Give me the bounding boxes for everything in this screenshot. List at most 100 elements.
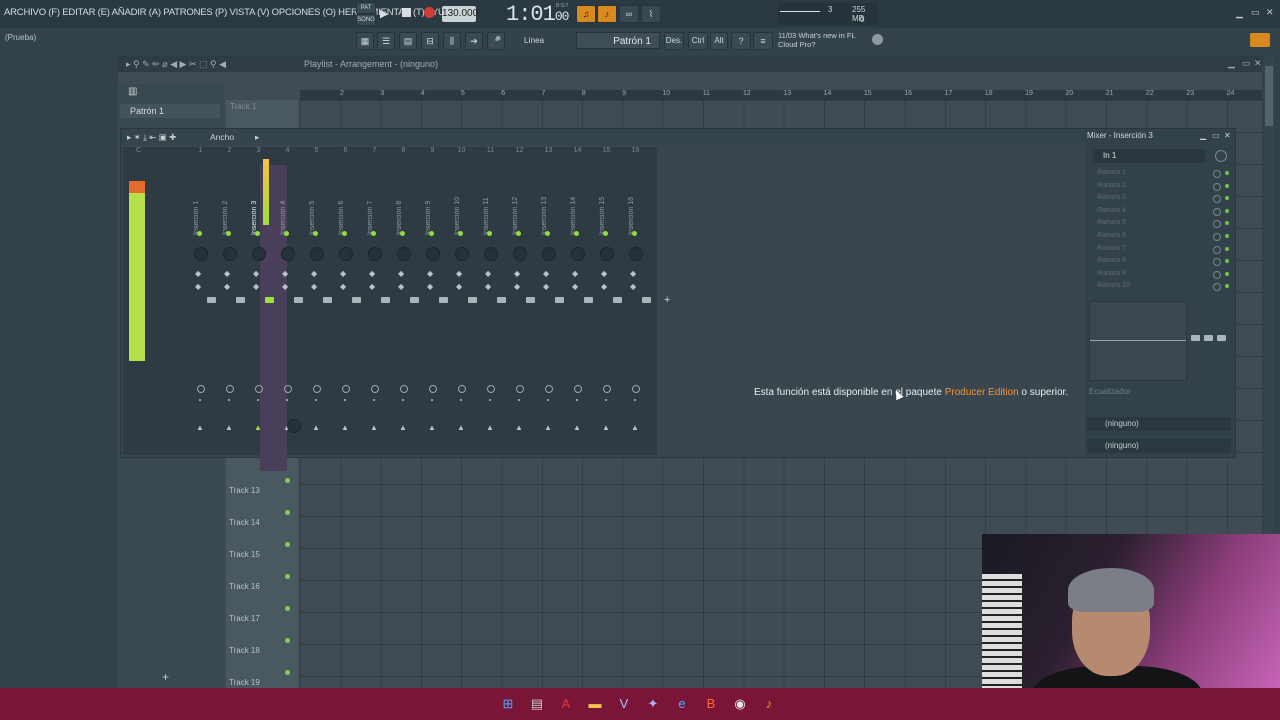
track-label[interactable]: Track 15 — [229, 550, 260, 559]
track-label[interactable]: Track 13 — [229, 486, 260, 495]
slot-mix-knob[interactable] — [1213, 195, 1221, 204]
slot-mix-knob[interactable] — [1213, 283, 1221, 292]
record-arm-icon[interactable] — [373, 399, 375, 401]
slot-mix-knob[interactable] — [1213, 270, 1221, 279]
edge-icon[interactable]: e — [674, 696, 690, 712]
eq-fader-mid[interactable] — [1204, 335, 1213, 341]
mixer-icon[interactable]: ⫼ — [443, 32, 461, 50]
brave-icon[interactable]: B — [703, 696, 719, 712]
stereo-separation-icon[interactable]: ◆ — [253, 269, 259, 278]
effect-slot[interactable]: Ranura 7 — [1097, 245, 1126, 252]
record-arm-icon[interactable] — [576, 399, 578, 401]
record-arm-icon[interactable] — [344, 399, 346, 401]
piano-roll-icon[interactable]: ▤ — [399, 32, 417, 50]
volume-fader[interactable] — [497, 297, 506, 303]
pan-knob[interactable] — [542, 247, 556, 261]
route-ring-icon[interactable] — [313, 385, 321, 393]
route-ring-icon[interactable] — [603, 385, 611, 393]
mixer-strip[interactable]: 13 Inserción 13 ◆ ◆ ▲ — [535, 147, 564, 432]
slot-enable-led[interactable] — [1225, 221, 1229, 226]
pattern-selector[interactable]: Patrón 1 — [576, 32, 660, 49]
news-icon[interactable]: ≡ — [753, 32, 773, 50]
maximize-icon[interactable]: ▭ — [1251, 7, 1260, 18]
input-options-icon[interactable] — [1215, 150, 1227, 162]
stereo-separation-icon[interactable]: ◆ — [427, 269, 433, 278]
track-label[interactable]: Track 19 — [229, 678, 260, 687]
phase-icon[interactable]: ◆ — [456, 282, 462, 291]
volume-fader[interactable] — [584, 297, 593, 303]
effect-slot[interactable]: Ranura 5 — [1097, 219, 1126, 226]
pan-knob[interactable] — [252, 247, 266, 261]
visual-studio-icon[interactable]: V — [616, 696, 632, 712]
playlist-titlebar[interactable]: ▸ ⚲ ✎ ✏ ⌀ ◀ ▶ ✂ ⬚ ⚲ ◀ Playlist - Arrange… — [118, 56, 1262, 72]
mixer-width-mode[interactable]: Ancho — [210, 132, 234, 142]
track-enable-led[interactable] — [285, 542, 290, 547]
acrobat-icon[interactable]: A — [558, 696, 574, 712]
pan-knob[interactable] — [310, 247, 324, 261]
track-label[interactable]: Track 14 — [229, 518, 260, 527]
wave-icon[interactable]: ⌇ — [641, 5, 661, 23]
microphone-icon[interactable]: 🎤 — [487, 32, 505, 50]
mixer-strip[interactable]: 12 Inserción 12 ◆ ◆ ▲ — [506, 147, 535, 432]
pan-knob[interactable] — [223, 247, 237, 261]
record-arm-icon[interactable] — [605, 399, 607, 401]
ctrl-button[interactable]: Ctrl — [688, 32, 708, 50]
stereo-separation-icon[interactable]: ◆ — [485, 269, 491, 278]
volume-fader[interactable] — [323, 297, 332, 303]
record-arm-icon[interactable] — [228, 399, 230, 401]
phase-icon[interactable]: ◆ — [427, 282, 433, 291]
fl-studio-icon[interactable]: ♪ — [761, 696, 777, 712]
mixer-strip[interactable]: 11 Inserción 11 ◆ ◆ ▲ — [477, 147, 506, 432]
track-label[interactable]: Track 17 — [229, 614, 260, 623]
minimize-icon[interactable]: ▁ — [1236, 8, 1243, 19]
stereo-separation-icon[interactable]: ◆ — [572, 269, 578, 278]
effect-slot[interactable]: Ranura 2 — [1097, 182, 1126, 189]
add-track-button[interactable]: + — [162, 670, 169, 684]
slot-mix-knob[interactable] — [1213, 182, 1221, 191]
slot-enable-led[interactable] — [1225, 234, 1229, 238]
output-route-1[interactable]: (ninguno) — [1087, 417, 1231, 431]
track-enable-led[interactable] — [285, 574, 290, 579]
play-icon[interactable]: ▶ — [380, 7, 388, 20]
send-arrow-icon[interactable]: ▲ — [631, 423, 639, 432]
pat-toggle[interactable]: PAT — [356, 2, 376, 14]
file-icon[interactable]: ▤ — [529, 696, 545, 712]
puzzle-icon[interactable]: ✦ — [645, 696, 661, 712]
strip-mute-led[interactable] — [545, 231, 550, 236]
main-menu[interactable]: ARCHIVO (F) EDITAR (E) AÑADIR (A) PATRON… — [4, 7, 458, 18]
phase-icon[interactable]: ◆ — [514, 282, 520, 291]
route-ring-icon[interactable] — [226, 385, 234, 393]
stereo-separation-icon[interactable]: ◆ — [543, 269, 549, 278]
strip-mute-led[interactable] — [342, 231, 347, 236]
effect-slot[interactable]: Ranura 9 — [1097, 270, 1126, 277]
notice-highlight[interactable]: Producer Edition — [945, 387, 1019, 398]
record-arm-icon[interactable] — [286, 399, 288, 401]
send-arrow-icon[interactable]: ▲ — [486, 423, 494, 432]
slot-mix-knob[interactable] — [1213, 258, 1221, 267]
volume-fader[interactable] — [352, 297, 361, 303]
route-ring-icon[interactable] — [197, 385, 205, 393]
strip-mute-led[interactable] — [574, 231, 579, 236]
track-enable-led[interactable] — [285, 478, 290, 483]
effect-slot[interactable]: Ranura 1 — [1097, 169, 1126, 176]
scrollbar-thumb[interactable] — [1265, 66, 1273, 126]
send-arrow-icon[interactable]: ▲ — [573, 423, 581, 432]
strip-mute-led[interactable] — [603, 231, 608, 236]
alt-button[interactable]: Alt — [710, 32, 728, 50]
record-arm-icon[interactable] — [489, 399, 491, 401]
mixer-strip[interactable]: 2 Inserción 2 ◆ ◆ ▲ — [216, 147, 245, 432]
route-ring-icon[interactable] — [574, 385, 582, 393]
slot-enable-led[interactable] — [1225, 271, 1229, 276]
stereo-separation-icon[interactable]: ◆ — [282, 269, 288, 278]
pan-knob[interactable] — [281, 247, 295, 261]
strip-mute-led[interactable] — [255, 231, 260, 236]
track-label[interactable]: Track 16 — [229, 582, 260, 591]
volume-fader[interactable] — [265, 297, 274, 303]
phase-icon[interactable]: ◆ — [572, 282, 578, 291]
strip-mute-led[interactable] — [487, 231, 492, 236]
effect-slot[interactable]: Ranura 8 — [1097, 257, 1126, 264]
track-label[interactable]: Track 18 — [229, 646, 260, 655]
mixer-strip[interactable]: 5 Inserción 5 ◆ ◆ ▲ — [303, 147, 332, 432]
send-arrow-icon[interactable]: ▲ — [225, 423, 233, 432]
stereo-separation-icon[interactable]: ◆ — [630, 269, 636, 278]
